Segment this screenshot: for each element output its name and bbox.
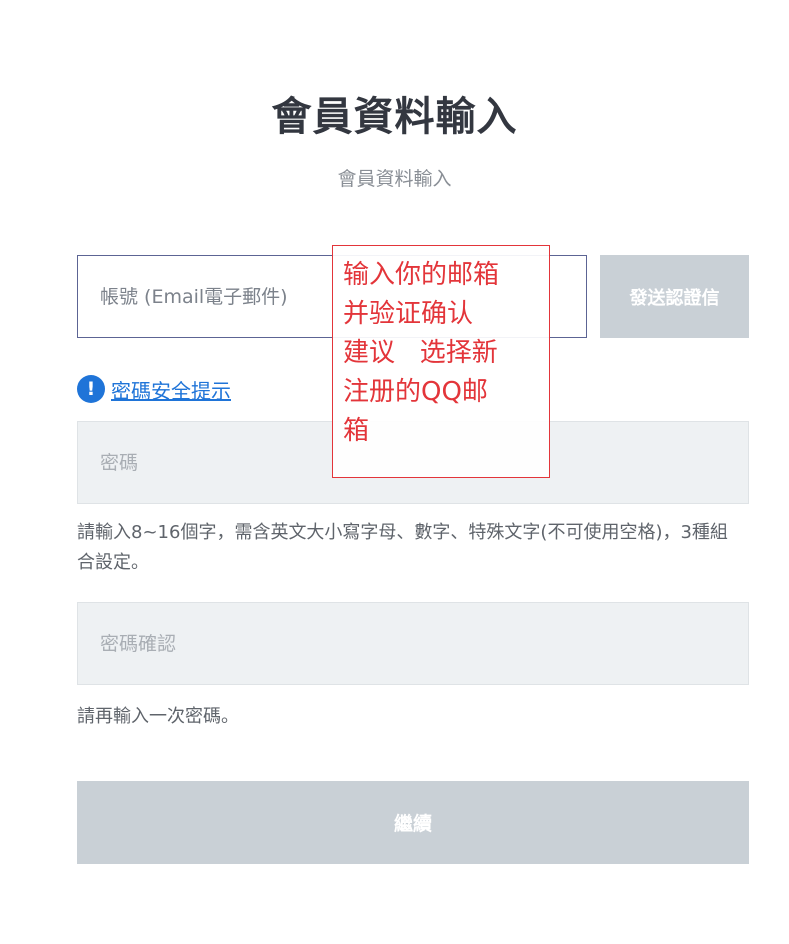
send-verification-button[interactable]: 發送認證信 — [600, 255, 749, 338]
continue-button[interactable]: 繼續 — [77, 781, 749, 864]
annotation-note: 输入你的邮箱 并验证确认 建议 选择新 注册的QQ邮 箱 — [332, 245, 550, 478]
info-icon: ! — [77, 375, 105, 403]
member-info-page: 會員資料輸入 會員資料輸入 發送認證信 ! 密碼安全提示 請輸入8~16個字，需… — [0, 0, 789, 944]
password-confirm-input[interactable] — [77, 602, 749, 685]
password-confirm-hint: 請再輸入一次密碼。 — [77, 706, 239, 727]
page-title: 會員資料輸入 — [271, 94, 518, 140]
page-subtitle: 會員資料輸入 — [337, 168, 452, 190]
security-tip-link[interactable]: 密碼安全提示 — [111, 375, 231, 404]
password-hint: 請輸入8~16個字，需含英文大小寫字母、數字、特殊文字(不可使用空格)，3種組合… — [77, 522, 728, 573]
security-tip[interactable]: ! 密碼安全提示 — [77, 374, 231, 404]
